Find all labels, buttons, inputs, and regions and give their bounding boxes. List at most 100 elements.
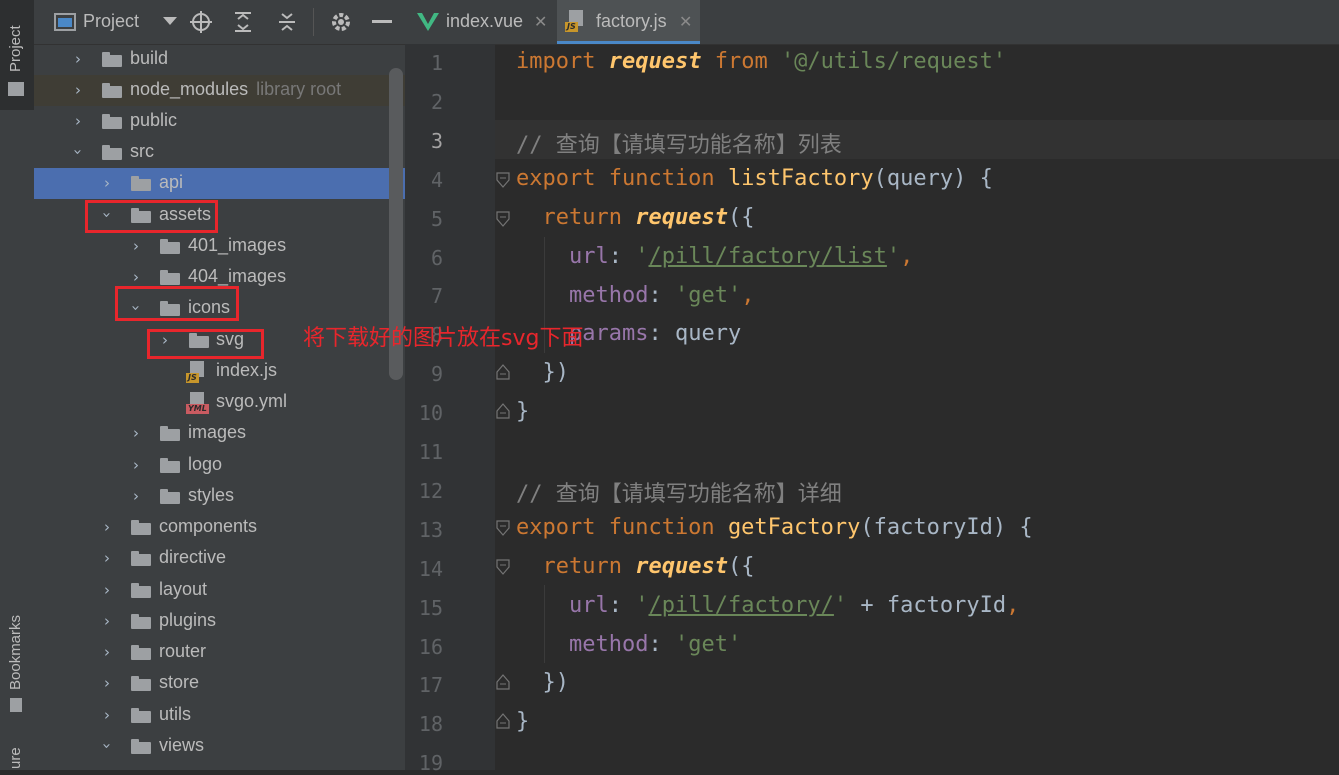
tree-item-logo[interactable]: › logo: [34, 450, 405, 481]
code-line-5: return request({: [542, 205, 755, 230]
expand-all-icon[interactable]: [232, 11, 254, 33]
line-number: 19: [418, 751, 443, 775]
code-line-15: url: '/pill/factory/' + factoryId,: [568, 593, 1020, 618]
project-tool-label: Project: [7, 25, 24, 72]
bookmarks-tool-label: Bookmarks: [7, 614, 24, 690]
tree-item-plugins[interactable]: › plugins: [34, 606, 405, 637]
code-line-9: }): [516, 360, 569, 385]
js-file-icon: JS: [565, 10, 589, 32]
fold-open-icon[interactable]: [496, 172, 510, 188]
close-icon[interactable]: ✕: [534, 12, 547, 31]
chevron-right-icon[interactable]: ›: [128, 238, 144, 254]
fold-open-icon[interactable]: [496, 559, 510, 575]
tree-item-label: plugins: [159, 610, 217, 630]
tree-item-node-modules[interactable]: › node_modules library root: [34, 75, 405, 106]
close-icon[interactable]: ✕: [679, 12, 692, 31]
code-line-3: // 查询【请填写功能名称】列表: [516, 133, 842, 158]
tree-item-utils[interactable]: › utils: [34, 700, 405, 731]
tree-item-components[interactable]: › components: [34, 512, 405, 543]
code-line-18: }: [516, 709, 530, 734]
collapse-all-icon[interactable]: [276, 11, 298, 33]
chevron-right-icon[interactable]: ›: [99, 582, 115, 598]
folder-icon: [160, 239, 180, 254]
fold-open-icon[interactable]: [496, 520, 510, 536]
tree-item-images[interactable]: › images: [34, 418, 405, 449]
tree-item-label: styles: [188, 485, 235, 505]
line-number: 17: [418, 673, 443, 698]
tab-index-vue[interactable]: index.vue ✕: [405, 0, 556, 44]
line-number: 2: [430, 89, 443, 114]
project-panel-header: Project: [34, 0, 405, 45]
chevron-right-icon[interactable]: ›: [99, 613, 115, 629]
tree-item-label: index.js: [216, 360, 278, 380]
tree-item-views[interactable]: › views: [34, 731, 405, 762]
tree-item-svgo-yml[interactable]: YML svgo.yml: [34, 387, 405, 418]
tree-item-label: logo: [188, 454, 223, 474]
project-view-icon: [54, 13, 76, 31]
tree-item-index-js[interactable]: JS index.js: [34, 356, 405, 387]
line-number: 5: [430, 206, 443, 231]
vue-file-icon: [417, 13, 439, 31]
fold-close-icon[interactable]: [496, 403, 510, 419]
chevron-right-icon[interactable]: ›: [99, 550, 115, 566]
bookmarks-tool-tab[interactable]: Bookmarks: [0, 590, 34, 720]
chevron-right-icon[interactable]: ›: [99, 175, 115, 191]
code-line-12: // 查询【请填写功能名称】详细: [516, 482, 842, 507]
fold-open-icon[interactable]: [496, 211, 510, 227]
project-view-title[interactable]: Project: [83, 11, 139, 32]
view-dropdown-icon[interactable]: [163, 17, 177, 27]
chevron-right-icon[interactable]: ›: [70, 82, 86, 98]
tree-item-router[interactable]: › router: [34, 637, 405, 668]
line-number: 9: [430, 362, 443, 387]
folder-icon: [160, 458, 180, 473]
chevron-right-icon[interactable]: ›: [128, 425, 144, 441]
folder-icon: [131, 551, 151, 566]
tree-item-401-images[interactable]: › 401_images: [34, 231, 405, 262]
locate-file-icon[interactable]: [190, 11, 212, 33]
chevron-right-icon[interactable]: ›: [99, 519, 115, 535]
chevron-down-icon[interactable]: ›: [69, 144, 87, 160]
tree-item-label: images: [188, 422, 247, 442]
chevron-right-icon[interactable]: ›: [99, 675, 115, 691]
tree-item-build[interactable]: › build: [34, 44, 405, 75]
tree-item-public[interactable]: › public: [34, 106, 405, 137]
project-panel: Project › build › node_modules library ro…: [34, 0, 405, 770]
library-root-hint: library root: [256, 79, 342, 99]
tree-item-api[interactable]: › api: [34, 168, 405, 199]
fold-close-icon[interactable]: [496, 364, 510, 380]
tab-label: index.vue: [446, 11, 524, 31]
chevron-right-icon[interactable]: ›: [70, 51, 86, 67]
tree-item-label: public: [130, 110, 178, 130]
hide-panel-icon[interactable]: [372, 20, 392, 24]
chevron-down-icon[interactable]: ›: [98, 738, 116, 754]
code-line-10: }: [516, 399, 530, 424]
chevron-right-icon[interactable]: ›: [128, 457, 144, 473]
structure-tool-tab[interactable]: ure: [0, 735, 34, 770]
chevron-right-icon[interactable]: ›: [128, 488, 144, 504]
gear-icon[interactable]: [330, 11, 352, 33]
chevron-right-icon[interactable]: ›: [70, 113, 86, 129]
folder-icon: [131, 520, 151, 535]
tree-item-directive[interactable]: › directive: [34, 543, 405, 574]
tree-item-label: node_modules: [130, 79, 249, 99]
chevron-right-icon[interactable]: ›: [99, 644, 115, 660]
project-tool-tab[interactable]: Project: [0, 0, 34, 110]
tree-item-src[interactable]: › src: [34, 137, 405, 168]
folder-icon: [131, 739, 151, 754]
fold-close-icon[interactable]: [496, 713, 510, 729]
tree-item-label: build: [130, 48, 169, 68]
tree-item-label: 404_images: [188, 266, 287, 286]
folder-icon: [102, 114, 122, 129]
fold-close-icon[interactable]: [496, 674, 510, 690]
tab-label: factory.js: [596, 11, 667, 31]
tab-factory-js[interactable]: JS factory.js ✕: [557, 0, 700, 44]
tree-item-layout[interactable]: › layout: [34, 575, 405, 606]
tree-item-styles[interactable]: › styles: [34, 481, 405, 512]
tree-item-label: directive: [159, 547, 227, 567]
tree-item-store[interactable]: › store: [34, 668, 405, 699]
chevron-right-icon[interactable]: ›: [99, 707, 115, 723]
chevron-right-icon[interactable]: ›: [128, 269, 144, 285]
tree-item-label: views: [159, 735, 205, 755]
line-number: 6: [430, 245, 443, 270]
tree-item-label: components: [159, 516, 258, 536]
